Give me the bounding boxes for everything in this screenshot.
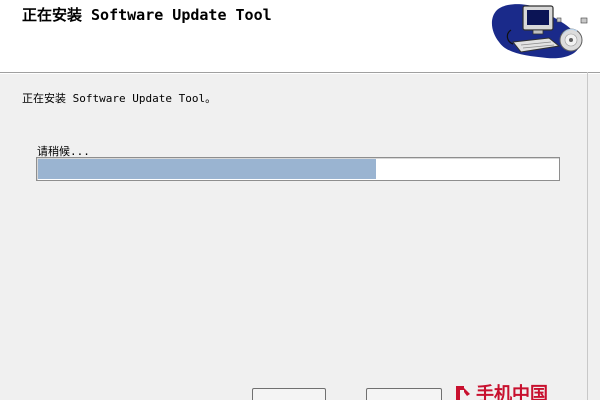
brand-logo-icon (456, 386, 470, 400)
header-title: 正在安装 Software Update Tool (22, 6, 272, 24)
install-status-text: 正在安装 Software Update Tool。 (22, 92, 217, 105)
progress-panel: 请稍候... (22, 126, 575, 346)
progress-fill (38, 159, 376, 179)
back-button[interactable] (252, 388, 326, 400)
next-button[interactable] (366, 388, 442, 400)
header-divider (0, 72, 600, 74)
install-progress-bar (36, 157, 560, 181)
window-right-edge (587, 72, 588, 400)
watermark-text: 手机中国 (476, 384, 548, 400)
computer-disc-setup-icon (491, 4, 588, 59)
installer-window: 正在安装 Software Update Tool 正在安装 Software (0, 0, 600, 400)
wizard-header: 正在安装 Software Update Tool (0, 0, 600, 72)
site-watermark: 手机中国 (452, 384, 600, 400)
